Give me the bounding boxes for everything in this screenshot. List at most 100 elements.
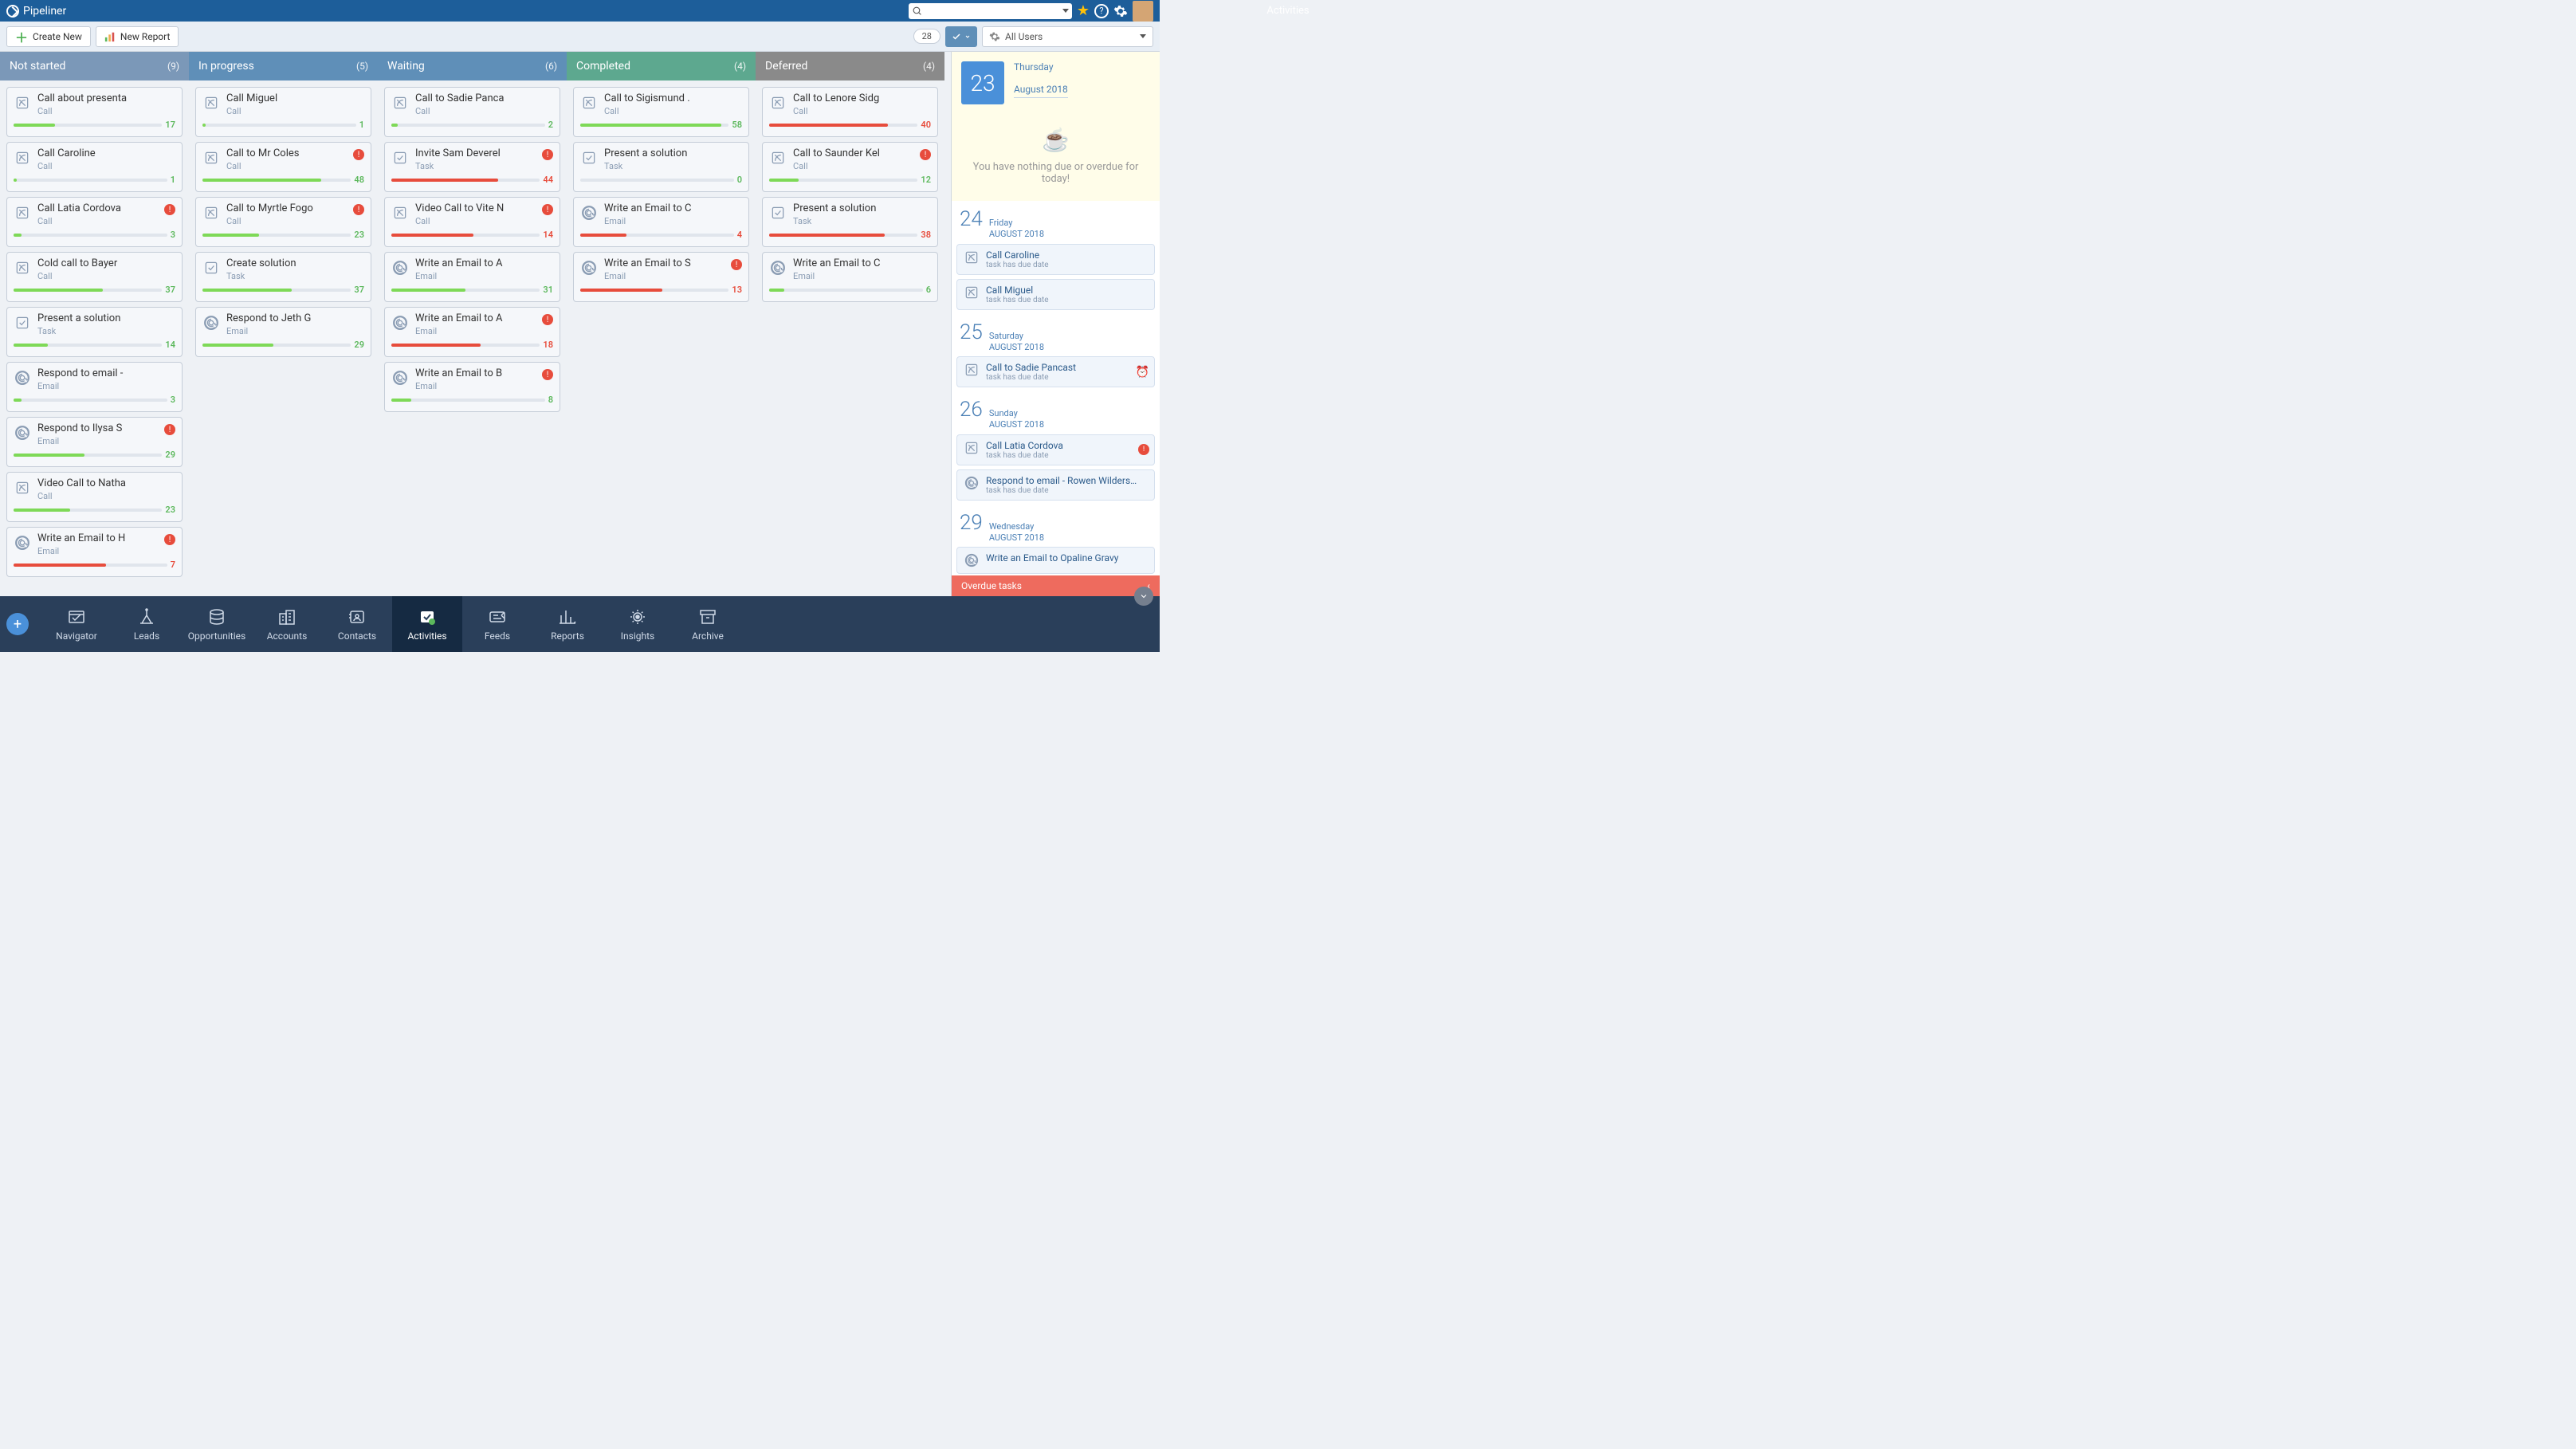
alert-icon: ! (1138, 444, 1149, 455)
nav-contacts[interactable]: Contacts (322, 596, 392, 652)
activity-card[interactable]: Video Call to NathaCall23 (6, 472, 183, 522)
activity-card[interactable]: Call to Sadie PancaCall2 (384, 87, 560, 137)
activity-card[interactable]: Respond to Jeth GEmail29 (195, 307, 371, 357)
add-button[interactable]: + (6, 613, 29, 635)
search-input-wrapper[interactable] (909, 3, 1072, 19)
settings-icon[interactable] (1113, 4, 1128, 18)
upcoming-task-card[interactable]: Call Carolinetask has due date (956, 244, 1155, 275)
card-type: Task (415, 161, 536, 171)
column-label: In progress (198, 60, 254, 73)
email-icon (14, 424, 31, 442)
card-number: 14 (165, 340, 175, 350)
email-icon (14, 534, 31, 552)
nav-reports[interactable]: Reports (532, 596, 603, 652)
activity-card[interactable]: Call to Myrtle FogoCall!23 (195, 197, 371, 247)
card-type: Call (226, 106, 364, 116)
new-report-button[interactable]: New Report (96, 26, 179, 47)
search-dropdown-icon[interactable] (1062, 9, 1069, 13)
activity-card[interactable]: Write an Email to AEmail!18 (384, 307, 560, 357)
card-number: 0 (737, 175, 742, 185)
nav-label: Insights (621, 630, 654, 642)
activity-card[interactable]: Call to Lenore SidgCall40 (762, 87, 938, 137)
user-avatar[interactable] (1133, 1, 1153, 22)
activity-card[interactable]: Call MiguelCall1 (195, 87, 371, 137)
upcoming-task-card[interactable]: Respond to email - Rowen Wilders…task ha… (956, 469, 1155, 501)
task-title: Call to Sadie Pancast (986, 362, 1148, 373)
alert-icon: ! (542, 314, 553, 325)
user-filter-dropdown[interactable]: All Users (982, 26, 1153, 47)
activity-card[interactable]: Call about presentaCall17 (6, 87, 183, 137)
upcoming-task-card[interactable]: Call to Sadie Pancasttask has due date⏰ (956, 356, 1155, 387)
card-type: Task (793, 216, 931, 226)
activity-card[interactable]: Call Latia CordovaCall!3 (6, 197, 183, 247)
date-header: 25SaturdayAUGUST 2018 (960, 320, 1152, 354)
upcoming-task-card[interactable]: Write an Email to Opaline Gravy (956, 547, 1155, 574)
card-type: Email (415, 381, 536, 391)
card-type: Call (604, 106, 742, 116)
email-icon (580, 204, 598, 222)
card-type: Email (793, 271, 931, 281)
activity-card[interactable]: Write an Email to CEmail6 (762, 252, 938, 302)
email-icon (14, 369, 31, 387)
activity-card[interactable]: Call to Saunder KelCall!12 (762, 142, 938, 192)
nav-feeds[interactable]: Feeds (462, 596, 532, 652)
nav-label: Navigator (56, 630, 97, 642)
nav-navigator[interactable]: Navigator (41, 596, 112, 652)
card-type: Call (793, 161, 913, 171)
date-header: 26SundayAUGUST 2018 (960, 398, 1152, 431)
nav-accounts[interactable]: Accounts (252, 596, 322, 652)
overdue-tasks-bar[interactable]: Overdue tasks ‹ (952, 575, 1160, 596)
expand-button[interactable] (1134, 587, 1153, 606)
filter-toggle-button[interactable] (945, 26, 977, 47)
card-number: 1 (359, 120, 364, 130)
activity-card[interactable]: Invite Sam DeverelTask!44 (384, 142, 560, 192)
upcoming-task-card[interactable]: Call Latia Cordovatask has due date! (956, 434, 1155, 465)
activity-card[interactable]: Respond to Ilysa SEmail!29 (6, 417, 183, 467)
call-icon (14, 149, 31, 167)
alert-icon: ! (353, 149, 364, 160)
card-number: 13 (732, 285, 742, 295)
column-count: (4) (923, 61, 935, 72)
app-logo[interactable]: Pipeliner (6, 5, 66, 18)
column-header-notstarted: Not started(9) (0, 52, 189, 80)
column-header-waiting: Waiting(6) (378, 52, 567, 80)
card-title: Call about presenta (37, 92, 175, 104)
upcoming-task-card[interactable]: Call Migueltask has due date (956, 279, 1155, 310)
activity-card[interactable]: Write an Email to HEmail!7 (6, 527, 183, 577)
favorite-icon[interactable]: ★ (1077, 2, 1090, 19)
activity-card[interactable]: Write an Email to BEmail!8 (384, 362, 560, 412)
column-header-deferred: Deferred(4) (756, 52, 944, 80)
nav-archive[interactable]: Archive (673, 596, 743, 652)
task-icon (391, 149, 409, 167)
activity-card[interactable]: Video Call to Vite NCall!14 (384, 197, 560, 247)
activity-card[interactable]: Cold call to BayerCall37 (6, 252, 183, 302)
nav-leads[interactable]: Leads (112, 596, 182, 652)
activity-card[interactable]: Present a solutionTask14 (6, 307, 183, 357)
card-type: Call (37, 271, 175, 281)
activity-card[interactable]: Write an Email to SEmail!13 (573, 252, 749, 302)
nav-insights[interactable]: Insights (603, 596, 673, 652)
activity-card[interactable]: Respond to email -Email3 (6, 362, 183, 412)
nav-activities[interactable]: Activities (392, 596, 462, 652)
activity-card[interactable]: Create solutionTask37 (195, 252, 371, 302)
call-icon (769, 149, 787, 167)
call-icon (14, 259, 31, 277)
activity-card[interactable]: Write an Email to CEmail4 (573, 197, 749, 247)
activity-card[interactable]: Call CarolineCall1 (6, 142, 183, 192)
activity-card[interactable]: Present a solutionTask38 (762, 197, 938, 247)
card-type: Call (415, 216, 536, 226)
card-title: Cold call to Bayer (37, 257, 175, 269)
call-icon (964, 249, 980, 265)
activity-card[interactable]: Write an Email to AEmail31 (384, 252, 560, 302)
help-icon[interactable]: ? (1094, 4, 1109, 18)
app-name: Pipeliner (23, 5, 66, 18)
card-type: Task (37, 326, 175, 336)
navigator-icon (67, 607, 86, 626)
card-title: Write an Email to A (415, 257, 553, 269)
activity-card[interactable]: Present a solutionTask0 (573, 142, 749, 192)
nav-opportunities[interactable]: Opportunities (182, 596, 252, 652)
activity-card[interactable]: Call to Mr ColesCall!48 (195, 142, 371, 192)
activity-card[interactable]: Call to Sigismund .Call58 (573, 87, 749, 137)
search-input[interactable] (922, 6, 1062, 17)
create-new-button[interactable]: ＋ Create New (6, 26, 91, 47)
